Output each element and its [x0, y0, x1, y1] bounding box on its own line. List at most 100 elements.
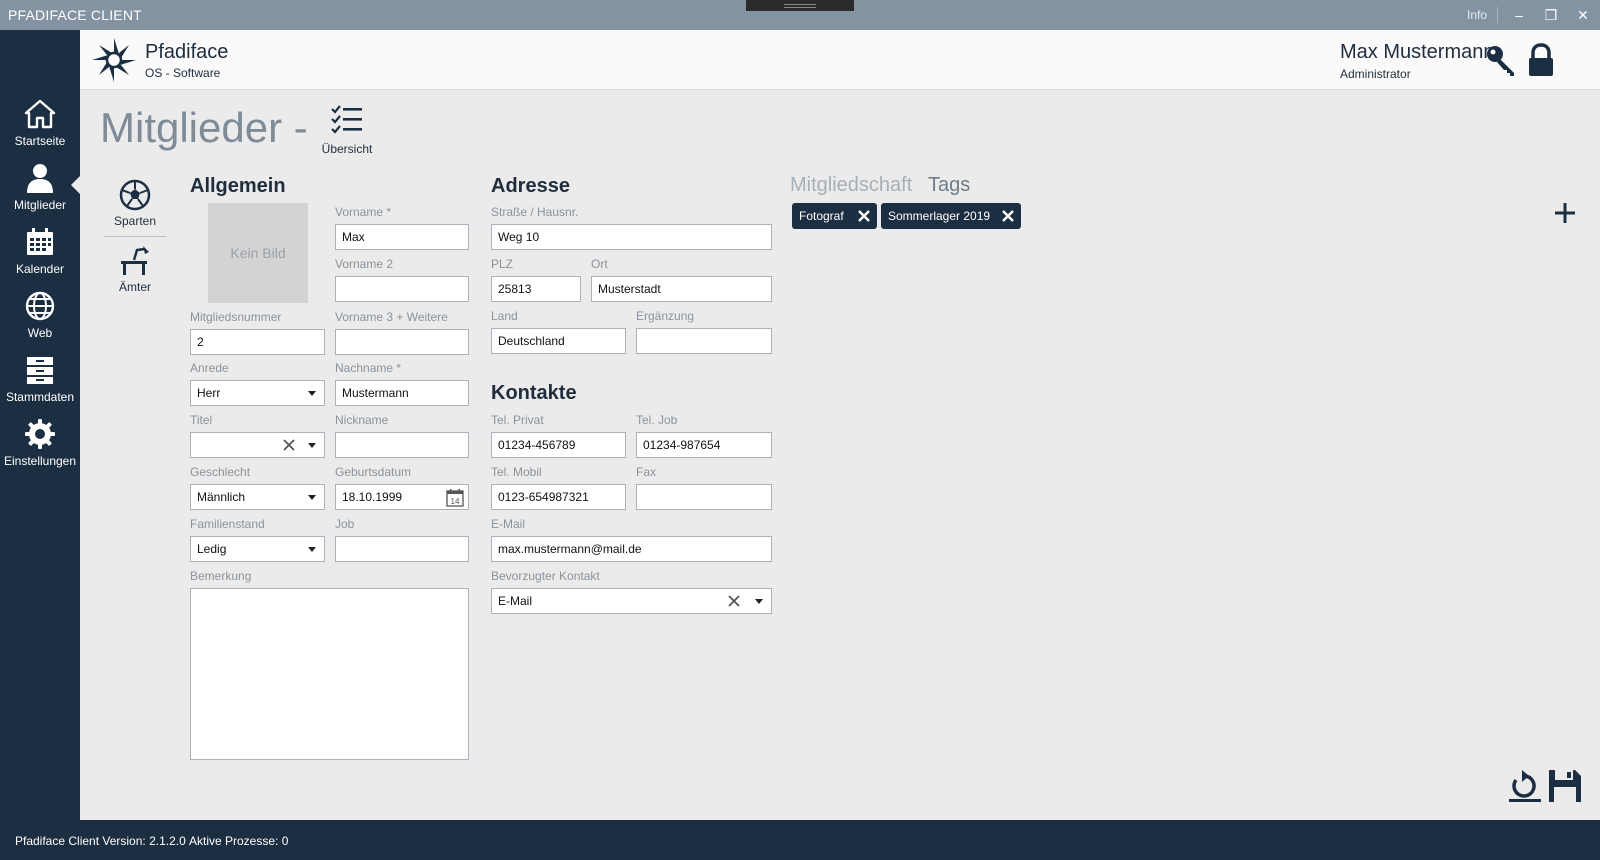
- chevron-down-icon: [308, 443, 316, 448]
- mitgliedsnummer-field[interactable]: [190, 329, 325, 355]
- ort-label: Ort: [591, 257, 608, 271]
- soccer-ball-icon: [119, 179, 151, 211]
- minimize-button[interactable]: –: [1508, 4, 1530, 26]
- remove-tag-icon[interactable]: [857, 209, 871, 223]
- page-title: Mitglieder -: [100, 104, 308, 151]
- anrede-label: Anrede: [190, 361, 229, 375]
- window-title: PFADIFACE CLIENT: [8, 7, 142, 23]
- tel-mobil-label: Tel. Mobil: [491, 465, 542, 479]
- calendar-icon: [27, 228, 53, 255]
- job-label: Job: [335, 517, 355, 531]
- member-photo[interactable]: Kein Bild: [208, 203, 308, 303]
- geschlecht-select[interactable]: Männlich: [190, 484, 325, 510]
- familienstand-value: Ledig: [197, 542, 227, 556]
- ergaenzung-field[interactable]: [636, 328, 772, 354]
- anrede-select[interactable]: Herr: [190, 380, 325, 406]
- titel-select[interactable]: [190, 432, 325, 458]
- clear-icon[interactable]: [726, 593, 742, 609]
- land-label: Land: [491, 309, 518, 323]
- save-icon[interactable]: [1547, 768, 1583, 804]
- geburtsdatum-label: Geburtsdatum: [335, 465, 412, 479]
- key-icon[interactable]: [1484, 43, 1518, 77]
- sidebar-item-mitglieder[interactable]: Mitglieder: [0, 158, 80, 222]
- brand-subtitle: OS - Software: [145, 66, 221, 80]
- subnav-label: Sparten: [113, 214, 157, 228]
- overview-button[interactable]: Übersicht: [320, 105, 374, 156]
- sidebar-item-label: Stammdaten: [5, 390, 75, 404]
- info-button[interactable]: Info: [1467, 8, 1487, 22]
- sidebar-item-label: Startseite: [14, 134, 66, 148]
- plz-field[interactable]: [491, 276, 581, 302]
- sidebar-item-startseite[interactable]: Startseite: [0, 94, 80, 158]
- section-kontakte: Kontakte: [491, 382, 577, 404]
- close-button[interactable]: ✕: [1572, 4, 1594, 26]
- status-bar: Pfadiface Client Version: 2.1.2.0 Aktive…: [0, 820, 1600, 860]
- version-text: Pfadiface Client Version: 2.1.2.0: [15, 834, 186, 848]
- chevron-down-icon: [308, 495, 316, 500]
- nachname-label: Nachname *: [335, 361, 402, 375]
- geschlecht-label: Geschlecht: [190, 465, 251, 479]
- subnav-label: Ämter: [118, 280, 151, 294]
- vorname3-field[interactable]: [335, 329, 469, 355]
- lock-icon[interactable]: [1524, 43, 1558, 77]
- remove-tag-icon[interactable]: [1001, 209, 1015, 223]
- home-icon: [24, 99, 56, 129]
- archive-icon: [27, 357, 53, 384]
- mitgliedsnummer-label: Mitgliedsnummer: [190, 310, 282, 324]
- tel-job-label: Tel. Job: [636, 413, 678, 427]
- land-field[interactable]: [491, 328, 626, 354]
- subnav-sparten[interactable]: Sparten: [104, 178, 166, 228]
- calendar-picker-icon[interactable]: 14: [445, 488, 465, 508]
- familienstand-select[interactable]: Ledig: [190, 536, 325, 562]
- section-allgemein: Allgemein: [190, 175, 286, 197]
- fax-field[interactable]: [636, 484, 772, 510]
- tag-label: Sommerlager 2019: [888, 209, 991, 223]
- sidebar-item-einstellungen[interactable]: Einstellungen: [0, 414, 80, 478]
- brand-name: Pfadiface: [145, 41, 229, 63]
- tab-tags[interactable]: Tags: [928, 174, 970, 197]
- anrede-value: Herr: [197, 386, 221, 400]
- tel-mobil-field[interactable]: [491, 484, 626, 510]
- chevron-down-icon: [755, 599, 763, 604]
- tel-privat-label: Tel. Privat: [491, 413, 544, 427]
- familienstand-label: Familienstand: [190, 517, 265, 531]
- chevron-down-icon: [308, 391, 316, 396]
- revert-icon[interactable]: [1507, 768, 1543, 804]
- sidebar-item-stammdaten[interactable]: Stammdaten: [0, 350, 80, 414]
- fax-label: Fax: [636, 465, 657, 479]
- nachname-field[interactable]: [335, 380, 469, 406]
- bevorzugter-kontakt-value: E-Mail: [498, 594, 533, 608]
- drag-handle[interactable]: [746, 0, 854, 11]
- calendar-day: 14: [451, 497, 460, 506]
- vorname2-field[interactable]: [335, 276, 469, 302]
- bevorzugter-kontakt-select[interactable]: E-Mail: [491, 588, 772, 614]
- tab-mitgliedschaft[interactable]: Mitgliedschaft: [790, 174, 912, 197]
- desk-lamp-icon: [121, 246, 149, 275]
- ort-field[interactable]: [591, 276, 772, 302]
- restore-button[interactable]: ❒: [1540, 4, 1562, 26]
- job-field[interactable]: [335, 536, 469, 562]
- sidebar-item-kalender[interactable]: Kalender: [0, 222, 80, 286]
- strasse-field[interactable]: [491, 224, 772, 250]
- vorname1-field[interactable]: [335, 224, 469, 250]
- email-label: E-Mail: [491, 517, 526, 531]
- nickname-field[interactable]: [335, 432, 469, 458]
- active-indicator: [71, 176, 80, 194]
- sidebar-item-label: Mitglieder: [13, 198, 67, 212]
- bevorzugter-kontakt-label: Bevorzugter Kontakt: [491, 569, 600, 583]
- geburtsdatum-picker[interactable]: 18.10.1999 14: [335, 484, 469, 510]
- tel-job-field[interactable]: [636, 432, 772, 458]
- tag-chip: Fotograf: [792, 203, 877, 229]
- nickname-label: Nickname: [335, 413, 389, 427]
- sidebar-item-web[interactable]: Web: [0, 286, 80, 350]
- overview-label: Übersicht: [321, 142, 373, 156]
- email-field[interactable]: [491, 536, 772, 562]
- titel-label: Titel: [190, 413, 213, 427]
- tel-privat-field[interactable]: [491, 432, 626, 458]
- clear-icon[interactable]: [281, 437, 297, 453]
- add-tag-icon[interactable]: [1552, 200, 1578, 226]
- bemerkung-field[interactable]: [190, 588, 469, 760]
- subnav-aemter[interactable]: Ämter: [104, 244, 166, 294]
- globe-icon: [25, 291, 55, 321]
- strasse-label: Straße / Hausnr.: [491, 205, 579, 219]
